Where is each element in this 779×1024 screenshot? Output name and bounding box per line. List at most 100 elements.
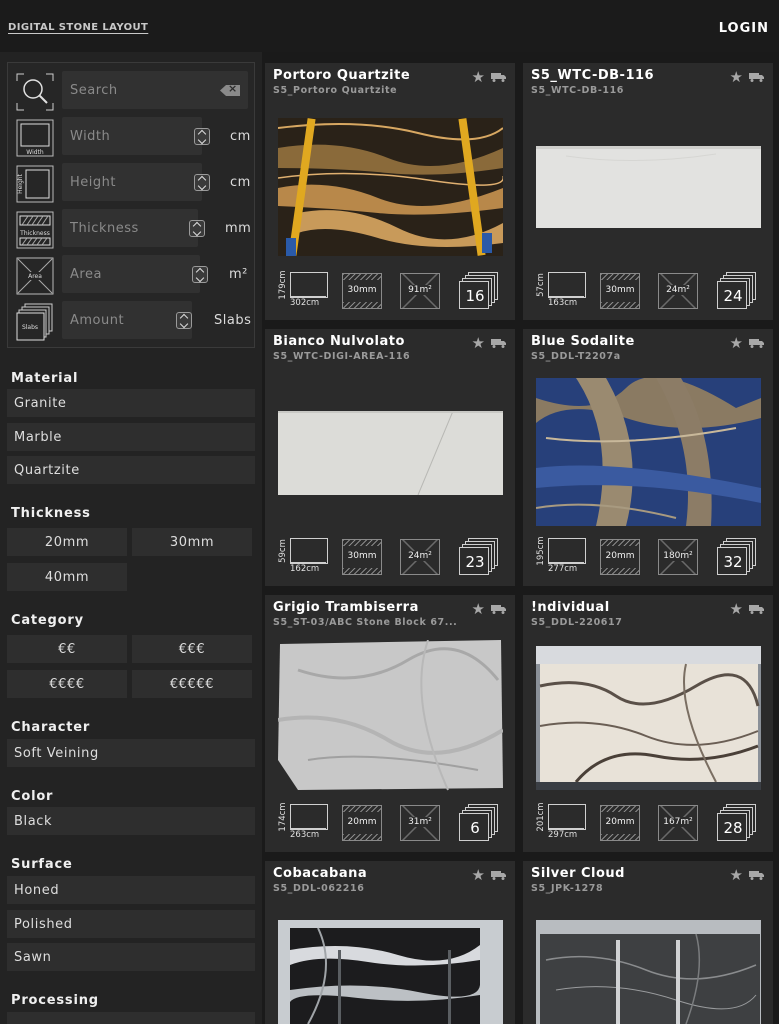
category-option-3[interactable]: €€€ bbox=[132, 635, 252, 663]
delivery-truck-icon[interactable] bbox=[749, 604, 765, 614]
favorite-star-icon[interactable]: ★ bbox=[472, 600, 485, 618]
color-option-black[interactable]: Black bbox=[7, 807, 255, 835]
card-subtitle: S5_DDL-062216 bbox=[273, 883, 365, 894]
width-icon: Width bbox=[16, 119, 54, 157]
slab-image[interactable] bbox=[278, 411, 503, 495]
thickness-stat: 20mm bbox=[600, 539, 640, 575]
area-unit: m² bbox=[229, 267, 248, 282]
surface-option-honed[interactable]: Honed bbox=[7, 876, 255, 904]
area-input[interactable]: Area bbox=[62, 255, 208, 293]
category-option-5[interactable]: €€€€€ bbox=[132, 670, 252, 698]
slab-image[interactable] bbox=[536, 646, 761, 790]
dimension-filter-box: Search Width Width cm Height bbox=[7, 62, 255, 348]
slab-card[interactable]: S5_WTC-DB-116 S5_WTC-DB-116 ★ 57cm 163cm … bbox=[523, 63, 773, 320]
slab-image[interactable] bbox=[536, 920, 761, 1024]
material-option-marble[interactable]: Marble bbox=[7, 423, 255, 451]
slab-card[interactable]: Grigio Trambiserra S5_ST-03/ABC Stone Bl… bbox=[265, 595, 515, 852]
slab-image[interactable] bbox=[536, 378, 761, 526]
thickness-option-20mm[interactable]: 20mm bbox=[7, 528, 127, 556]
amount-input[interactable]: Amount bbox=[62, 301, 192, 339]
top-bar: DIGITAL STONE LAYOUT LOGIN bbox=[0, 0, 779, 52]
delivery-truck-icon[interactable] bbox=[749, 72, 765, 82]
delivery-truck-icon[interactable] bbox=[491, 604, 507, 614]
slab-card[interactable]: !ndividual S5_DDL-220617 ★ 201cm 297cm 20… bbox=[523, 595, 773, 852]
favorite-star-icon[interactable]: ★ bbox=[472, 334, 485, 352]
favorite-star-icon[interactable]: ★ bbox=[730, 600, 743, 618]
card-subtitle: S5_JPK-1278 bbox=[531, 883, 604, 894]
card-title: S5_WTC-DB-116 bbox=[531, 68, 655, 83]
favorite-star-icon[interactable]: ★ bbox=[730, 68, 743, 86]
thickness-stepper[interactable] bbox=[189, 220, 205, 237]
thickness-value: 30mm bbox=[347, 551, 377, 561]
processing-option[interactable] bbox=[7, 1012, 255, 1024]
thickness-option-30mm[interactable]: 30mm bbox=[132, 528, 252, 556]
thickness-stat: 30mm bbox=[342, 539, 382, 575]
delivery-truck-icon[interactable] bbox=[491, 338, 507, 348]
card-subtitle: S5_DDL-T2207a bbox=[531, 351, 621, 362]
slab-card[interactable]: Silver Cloud S5_JPK-1278 ★ bbox=[523, 861, 773, 1024]
thickness-option-40mm[interactable]: 40mm bbox=[7, 563, 127, 591]
thickness-heading: Thickness bbox=[11, 506, 91, 521]
slabs-icon: Slabs bbox=[16, 303, 53, 341]
height-icon: Height bbox=[16, 165, 54, 203]
delivery-truck-icon[interactable] bbox=[491, 870, 507, 880]
slab-count-stat: 24 bbox=[716, 272, 760, 310]
category-option-4[interactable]: €€€€ bbox=[7, 670, 127, 698]
slab-stats: 179cm 302cm 30mm 91m² 16 bbox=[278, 270, 503, 310]
surface-option-polished[interactable]: Polished bbox=[7, 910, 255, 938]
material-option-granite[interactable]: Granite bbox=[7, 389, 255, 417]
category-heading: Category bbox=[11, 613, 84, 628]
clear-search-icon[interactable] bbox=[220, 85, 240, 96]
slab-count-value: 16 bbox=[465, 287, 485, 305]
favorite-star-icon[interactable]: ★ bbox=[472, 68, 485, 86]
slab-image[interactable] bbox=[278, 640, 503, 792]
slab-image[interactable] bbox=[536, 146, 761, 228]
slab-count-stat: 32 bbox=[716, 538, 760, 576]
amount-stepper[interactable] bbox=[176, 312, 192, 329]
favorite-star-icon[interactable]: ★ bbox=[730, 866, 743, 884]
area-row: Area Area m² bbox=[16, 255, 248, 295]
dimensions-stat: 57cm 163cm bbox=[536, 270, 586, 310]
thickness-value: 20mm bbox=[605, 817, 635, 827]
surface-option-sawn[interactable]: Sawn bbox=[7, 943, 255, 971]
delivery-truck-icon[interactable] bbox=[749, 338, 765, 348]
search-row: Search bbox=[16, 71, 248, 111]
search-input[interactable]: Search bbox=[62, 71, 248, 109]
slab-stats: 174cm 263cm 20mm 31m² 6 bbox=[278, 802, 503, 842]
delivery-truck-icon[interactable] bbox=[749, 870, 765, 880]
thickness-input[interactable]: Thickness bbox=[62, 209, 205, 247]
character-option-soft-veining[interactable]: Soft Veining bbox=[7, 739, 255, 767]
slab-card[interactable]: Blue Sodalite S5_DDL-T2207a ★ 195cm 277cm… bbox=[523, 329, 773, 586]
surface-heading: Surface bbox=[11, 857, 73, 872]
character-heading: Character bbox=[11, 720, 91, 735]
slab-image[interactable] bbox=[278, 920, 503, 1024]
svg-text:Slabs: Slabs bbox=[22, 324, 38, 331]
area-stepper[interactable] bbox=[192, 266, 208, 283]
dimensions-stat: 179cm 302cm bbox=[278, 270, 328, 310]
brand-link[interactable]: DIGITAL STONE LAYOUT bbox=[8, 22, 148, 33]
favorite-star-icon[interactable]: ★ bbox=[472, 866, 485, 884]
material-option-quartzite[interactable]: Quartzite bbox=[7, 456, 255, 484]
filter-sidebar: Search Width Width cm Height bbox=[0, 52, 262, 1024]
width-placeholder: Width bbox=[70, 129, 111, 144]
width-input[interactable]: Width bbox=[62, 117, 210, 155]
area-icon: Area bbox=[16, 257, 54, 295]
area-placeholder: Area bbox=[70, 267, 102, 282]
width-value: 163cm bbox=[548, 298, 578, 308]
option-label: Honed bbox=[14, 883, 60, 898]
slab-grid: Portoro Quartzite S5_Portoro Quartzite ★… bbox=[262, 52, 779, 1024]
height-input[interactable]: Height bbox=[62, 163, 210, 201]
card-title: Cobacabana bbox=[273, 866, 368, 881]
slab-card[interactable]: Portoro Quartzite S5_Portoro Quartzite ★… bbox=[265, 63, 515, 320]
login-button[interactable]: LOGIN bbox=[719, 21, 769, 36]
favorite-star-icon[interactable]: ★ bbox=[730, 334, 743, 352]
delivery-truck-icon[interactable] bbox=[491, 72, 507, 82]
slab-card[interactable]: Cobacabana S5_DDL-062216 ★ bbox=[265, 861, 515, 1024]
option-label: Marble bbox=[14, 430, 62, 445]
width-stepper[interactable] bbox=[194, 128, 210, 145]
slab-image[interactable] bbox=[278, 118, 503, 256]
slab-card[interactable]: Bianco Nulvolato S5_WTC-DIGI-AREA-116 ★ … bbox=[265, 329, 515, 586]
category-option-2[interactable]: €€ bbox=[7, 635, 127, 663]
height-stepper[interactable] bbox=[194, 174, 210, 191]
dimensions-stat: 201cm 297cm bbox=[536, 802, 586, 842]
